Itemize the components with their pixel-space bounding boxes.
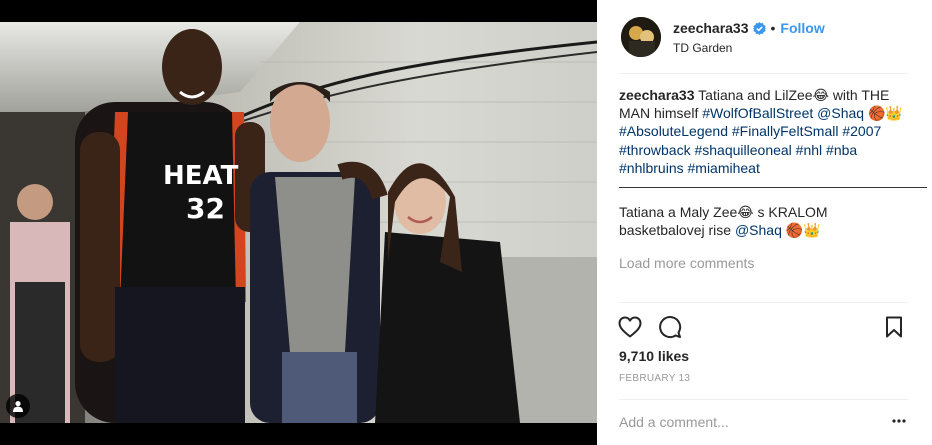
verified-badge-icon [752, 21, 766, 35]
more-options-icon [892, 419, 906, 423]
jersey-text: HEAT [163, 161, 239, 191]
comment-bar [597, 399, 932, 445]
save-button[interactable] [881, 314, 907, 340]
comment-button[interactable] [657, 314, 683, 340]
comment-input[interactable] [619, 411, 869, 433]
caption-emoji-1: 🏀👑 [864, 105, 903, 122]
heart-icon [618, 316, 642, 338]
tagged-users-button[interactable] [6, 394, 30, 418]
post-side-panel: zeechara33 • Follow TD Garden zeechara33… [597, 0, 932, 445]
bookmark-icon [886, 316, 902, 338]
instagram-post: HEAT 32 zeechara33 • Follow TD Garden ze… [0, 0, 932, 445]
divider [619, 302, 908, 303]
follow-button[interactable]: Follow [780, 19, 824, 37]
hashtags-list[interactable]: #AbsoluteLegend #FinallyFeltSmall #2007 … [619, 122, 909, 177]
hashtag-link[interactable]: #WolfOfBallStreet [702, 105, 813, 121]
caption-line-2: Tatiana a Maly Zee😂 s KRALOM basketbalov… [619, 203, 909, 239]
mention-link[interactable]: @Shaq [817, 105, 864, 121]
mention-link-2[interactable]: @Shaq [735, 222, 782, 238]
caption-username[interactable]: zeechara33 [619, 87, 695, 103]
likes-count[interactable]: 9,710 likes [619, 347, 689, 365]
action-bar [617, 314, 912, 340]
header-separator: • [770, 19, 776, 36]
caption: zeechara33 Tatiana and LilZee😂 with THE … [619, 86, 927, 272]
jersey-number: 32 [186, 192, 225, 225]
comment-icon [659, 316, 682, 339]
header-username[interactable]: zeechara33 [673, 19, 749, 37]
caption-emoji-2: 🏀👑 [781, 222, 821, 239]
post-date[interactable]: FEBRUARY 13 [619, 373, 690, 385]
user-icon [13, 401, 23, 412]
caption-line-1: zeechara33 Tatiana and LilZee😂 with THE … [619, 86, 927, 195]
post-header: zeechara33 • Follow TD Garden [597, 0, 932, 74]
post-media: HEAT 32 [0, 0, 597, 445]
load-more-comments[interactable]: Load more comments [619, 254, 909, 272]
post-photo[interactable]: HEAT 32 [0, 22, 597, 423]
like-button[interactable] [617, 314, 643, 340]
more-options-button[interactable] [890, 412, 908, 430]
caption-divider: —————————————————————— [619, 178, 927, 195]
avatar[interactable] [621, 17, 661, 57]
location-link[interactable]: TD Garden [673, 40, 825, 56]
